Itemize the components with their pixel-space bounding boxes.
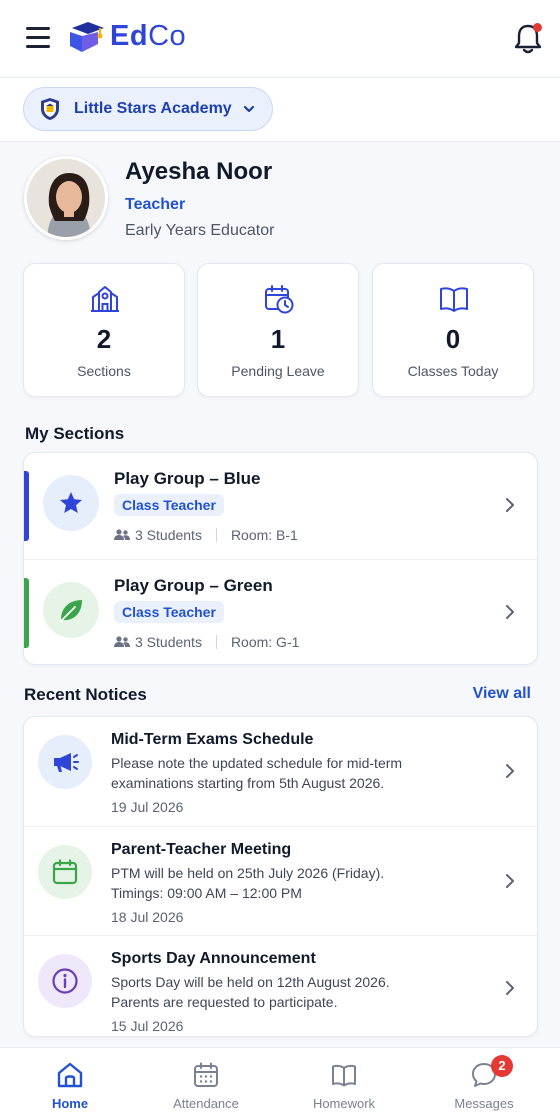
section-avatar	[43, 582, 99, 638]
unread-count-badge: 2	[491, 1055, 513, 1077]
room-label: Room: B-1	[230, 527, 298, 543]
stat-value: 1	[270, 324, 286, 354]
notice-body-line: examinations starting from 5th August 20…	[111, 775, 385, 791]
notice-body: PTM will be held on 25th July 2026 (Frid…	[111, 863, 431, 903]
notice-body-line: PTM will be held on 25th July 2026 (Frid…	[111, 865, 385, 881]
stat-value: 2	[96, 324, 112, 354]
profile-role: Teacher	[125, 196, 186, 213]
nav-homework[interactable]: Homework	[274, 1048, 414, 1120]
logo-text-secondary: Co	[148, 19, 187, 52]
role-badge: Class Teacher	[114, 601, 224, 623]
notice-body-line: Sports Day will be held on 12th August 2…	[111, 974, 390, 990]
school-name: Little Stars Academy	[74, 100, 232, 117]
calendar-grid-icon	[194, 1062, 218, 1087]
chevron-down-icon	[243, 105, 255, 113]
graduation-cap-icon	[70, 22, 104, 52]
section-accent-bar	[24, 471, 29, 541]
notice-body: Sports Day will be held on 12th August 2…	[111, 972, 431, 1012]
profile-name: Ayesha Noor	[125, 158, 273, 185]
profile-photo-icon	[27, 159, 105, 237]
role-badge: Class Teacher	[114, 494, 224, 516]
school-selector[interactable]: Little Stars Academy	[23, 87, 273, 131]
notice-avatar	[38, 845, 92, 899]
list-item[interactable]: Parent-Teacher Meeting PTM will be held …	[24, 826, 537, 935]
unread-dot	[533, 23, 542, 32]
nav-attendance[interactable]: Attendance	[136, 1048, 276, 1120]
chevron-right-icon	[506, 498, 514, 512]
section-name: Play Group – Blue	[114, 469, 261, 488]
school-shield-icon	[41, 98, 59, 120]
list-item[interactable]: Play Group – Green Class Teacher 3 Stude…	[24, 559, 537, 664]
notice-title: Sports Day Announcement	[111, 950, 316, 967]
student-count: 3 Students	[135, 634, 202, 650]
stat-card-sections[interactable]: 2 Sections	[23, 263, 185, 397]
book-icon	[332, 1064, 356, 1087]
my-sections-title: My Sections	[25, 424, 125, 443]
users-icon	[114, 529, 130, 540]
section-name: Play Group – Green	[114, 576, 273, 595]
list-item[interactable]: Play Group – Blue Class Teacher 3 Studen…	[24, 453, 537, 559]
nav-label: Messages	[454, 1096, 514, 1111]
notice-title: Mid-Term Exams Schedule	[111, 731, 314, 748]
logo-text-primary: Ed	[110, 19, 149, 52]
school-building-icon	[91, 286, 119, 312]
bottom-navigation: Home Attendance Homework 2 Messages	[0, 1047, 560, 1120]
notice-body-line: Parents are requested to participate.	[111, 994, 338, 1010]
section-avatar	[43, 475, 99, 531]
notices-list: Mid-Term Exams Schedule Please note the …	[23, 716, 538, 1037]
nav-label: Attendance	[173, 1096, 239, 1111]
notice-body: Please note the updated schedule for mid…	[111, 753, 431, 793]
stat-label: Classes Today	[407, 363, 499, 379]
chevron-right-icon	[506, 605, 514, 619]
notice-date: 15 Jul 2026	[111, 1018, 184, 1034]
notice-body-line: Timings: 09:00 AM – 12:00 PM	[111, 885, 302, 901]
list-item[interactable]: Mid-Term Exams Schedule Please note the …	[24, 717, 537, 826]
info-icon	[52, 968, 78, 994]
notice-avatar	[38, 954, 92, 1008]
profile-description: Early Years Educator	[125, 222, 275, 239]
nav-label: Home	[51, 1096, 89, 1111]
nav-home[interactable]: Home	[0, 1048, 140, 1120]
avatar[interactable]	[24, 156, 108, 240]
chevron-right-icon	[506, 981, 514, 995]
home-icon	[57, 1062, 83, 1088]
notice-avatar	[38, 735, 92, 789]
calendar-clock-icon	[265, 285, 294, 314]
student-count: 3 Students	[135, 527, 202, 543]
notice-date: 18 Jul 2026	[111, 909, 184, 925]
calendar-icon	[52, 859, 78, 885]
notice-date: 19 Jul 2026	[111, 799, 184, 815]
section-meta: 3 Students Room: B-1	[114, 527, 298, 543]
profile-header: Ayesha Noor Teacher Early Years Educator	[0, 142, 560, 252]
app-logo[interactable]: EdCo	[66, 16, 186, 56]
recent-notices-title: Recent Notices	[24, 685, 147, 704]
notice-title: Parent-Teacher Meeting	[111, 841, 292, 858]
users-icon	[114, 636, 130, 647]
school-selector-bar: Little Stars Academy	[0, 78, 560, 142]
stat-value: 0	[445, 324, 461, 354]
open-book-icon	[440, 287, 468, 312]
stat-card-classes-today[interactable]: 0 Classes Today	[372, 263, 534, 397]
room-label: Room: G-1	[230, 634, 300, 650]
nav-label: Homework	[312, 1096, 376, 1111]
megaphone-icon	[54, 753, 79, 772]
section-accent-bar	[24, 578, 29, 648]
hamburger-menu-icon[interactable]	[26, 27, 50, 49]
view-all-link[interactable]: View all	[473, 685, 531, 703]
notifications-button[interactable]	[512, 20, 544, 56]
stat-label: Sections	[77, 363, 131, 379]
top-app-bar: EdCo	[0, 0, 560, 78]
nav-messages[interactable]: 2 Messages	[414, 1048, 554, 1120]
sections-list: Play Group – Blue Class Teacher 3 Studen…	[23, 452, 538, 665]
chevron-right-icon	[506, 874, 514, 888]
section-meta: 3 Students Room: G-1	[114, 634, 299, 650]
leaf-icon	[60, 600, 82, 622]
stat-card-pending-leave[interactable]: 1 Pending Leave	[197, 263, 359, 397]
stat-label: Pending Leave	[231, 363, 325, 379]
star-icon	[60, 492, 82, 513]
list-item[interactable]: Sports Day Announcement Sports Day will …	[24, 935, 537, 1036]
chevron-right-icon	[506, 764, 514, 778]
notice-body-line: Please note the updated schedule for mid…	[111, 755, 403, 771]
